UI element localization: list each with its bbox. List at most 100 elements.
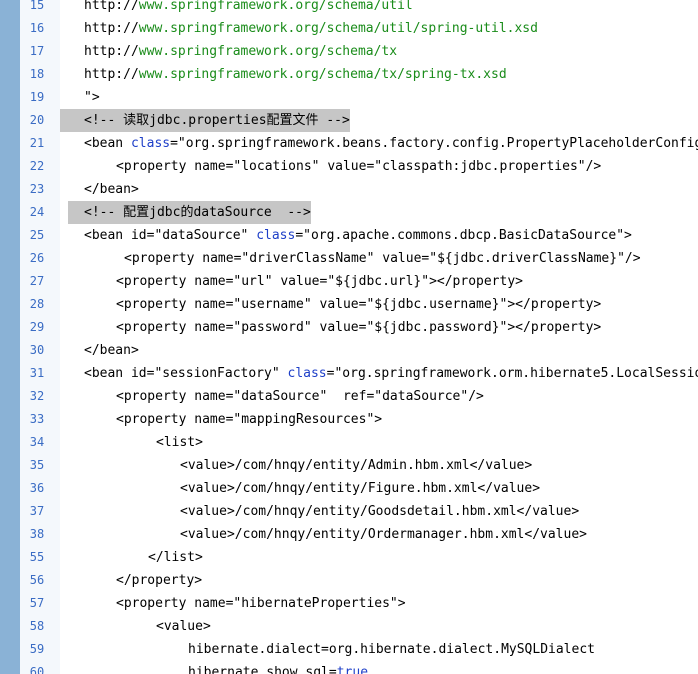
code-token: <property name="mappingResources"> [116, 412, 383, 427]
code-text: <value>/com/hnqy/entity/Figure.hbm.xml</… [180, 477, 540, 500]
code-line[interactable]: 35 <value>/com/hnqy/entity/Admin.hbm.xml<… [0, 454, 698, 477]
code-comment-highlighted: <!-- 读取jdbc.properties配置文件 --> [60, 109, 350, 132]
code-line[interactable]: 32 <property name="dataSource" ref="dataS… [0, 385, 698, 408]
line-number: 60 [29, 665, 45, 674]
code-text: <bean id="dataSource" class="org.apache.… [84, 224, 632, 247]
line-number: 35 [29, 458, 45, 472]
line-number: 16 [29, 21, 45, 35]
code-text: <value>/com/hnqy/entity/Goodsdetail.hbm.… [180, 500, 579, 523]
code-line[interactable]: 36 <value>/com/hnqy/entity/Figure.hbm.xml… [0, 477, 698, 500]
code-text: http://www.springframework.org/schema/ut… [84, 0, 413, 17]
code-token: <property name="locations" value="classp… [116, 159, 602, 174]
code-token: <value>/com/hnqy/entity/Figure.hbm.xml</… [180, 481, 541, 496]
code-line[interactable]: 25 <bean id="dataSource" class="org.apach… [0, 224, 698, 247]
code-line[interactable]: 26 <property name="driverClassName" value… [0, 247, 698, 270]
code-text: </property> [116, 569, 202, 592]
code-text: <property name="username" value="${jdbc.… [116, 293, 601, 316]
code-token: hibernate.show_sql= [188, 665, 337, 674]
code-text: "> [84, 86, 100, 109]
code-text: <property name="url" value="${jdbc.url}"… [116, 270, 523, 293]
code-token: <list> [156, 435, 203, 450]
code-text: <list> [156, 431, 203, 454]
code-text: <value>/com/hnqy/entity/Ordermanager.hbm… [180, 523, 587, 546]
code-line[interactable]: 34 <list> [0, 431, 698, 454]
code-token: <property name="driverClassName" value="… [124, 251, 641, 266]
code-token: <!-- 配置jdbc的dataSource --> [84, 205, 311, 220]
code-token: http:// [84, 0, 139, 13]
code-line[interactable]: 19 "> [0, 86, 698, 109]
code-keyword: true [336, 665, 369, 674]
code-line[interactable]: 27 <property name="url" value="${jdbc.url… [0, 270, 698, 293]
code-line[interactable]: 30 </bean> [0, 339, 698, 362]
line-number: 57 [29, 596, 45, 610]
code-token: <property name="url" value="${jdbc.url}"… [116, 274, 523, 289]
code-line[interactable]: 58 <value> [0, 615, 698, 638]
code-line[interactable]: 60 hibernate.show_sql=true [0, 661, 698, 674]
code-line[interactable]: 31 <bean id="sessionFactory" class="org.s… [0, 362, 698, 385]
code-line[interactable]: 23 </bean> [0, 178, 698, 201]
line-number: 23 [29, 182, 45, 196]
code-token: <property name="hibernateProperties"> [116, 596, 406, 611]
code-keyword: class [256, 228, 296, 243]
code-token: ="org.apache.commons.dbcp.BasicDataSourc… [295, 228, 632, 243]
line-number: 32 [29, 389, 45, 403]
code-token: ="org.springframework.orm.hibernate5.Loc… [326, 366, 698, 381]
code-token: http:// [84, 44, 139, 59]
line-number: 34 [29, 435, 45, 449]
code-line[interactable]: 33 <property name="mappingResources"> [0, 408, 698, 431]
code-line[interactable]: 28 <property name="username" value="${jdb… [0, 293, 698, 316]
code-text: hibernate.dialect=org.hibernate.dialect.… [188, 638, 595, 661]
code-text: <bean id="sessionFactory" class="org.spr… [84, 362, 698, 385]
code-line[interactable]: 59 hibernate.dialect=org.hibernate.dialec… [0, 638, 698, 661]
code-editor[interactable]: 15 http://www.springframework.org/schema/… [0, 0, 698, 674]
line-number: 24 [29, 205, 45, 219]
line-number: 38 [29, 527, 45, 541]
code-text: <property name="mappingResources"> [116, 408, 382, 431]
code-keyword: class [130, 136, 171, 151]
code-token: ="org.springframework.beans.factory.conf… [170, 136, 698, 151]
code-line[interactable]: 55 </list> [0, 546, 698, 569]
code-line[interactable]: 16 http://www.springframework.org/schema/… [0, 17, 698, 40]
line-number: 22 [29, 159, 45, 173]
code-line[interactable]: 29 <property name="password" value="${jdb… [0, 316, 698, 339]
code-text: http://www.springframework.org/schema/tx [84, 40, 397, 63]
code-line[interactable]: 18 http://www.springframework.org/schema/… [0, 63, 698, 86]
code-line[interactable]: 15 http://www.springframework.org/schema/… [0, 0, 698, 17]
code-text: http://www.springframework.org/schema/ut… [84, 17, 538, 40]
code-line[interactable]: 37 <value>/com/hnqy/entity/Goodsdetail.hb… [0, 500, 698, 523]
code-token: http:// [84, 67, 139, 82]
code-token: </list> [148, 550, 203, 565]
code-line[interactable]: 21 <bean class="org.springframework.beans… [0, 132, 698, 155]
code-line[interactable]: 22 <property name="locations" value="clas… [0, 155, 698, 178]
code-line[interactable]: 17 http://www.springframework.org/schema/… [0, 40, 698, 63]
code-line[interactable]: 56 </property> [0, 569, 698, 592]
code-text: <property name="password" value="${jdbc.… [116, 316, 601, 339]
line-number: 28 [29, 297, 45, 311]
code-token: <bean id="sessionFactory" [84, 366, 288, 381]
code-url: www.springframework.org/schema/util/spri… [138, 21, 538, 36]
line-number: 18 [29, 67, 45, 81]
code-token: <value>/com/hnqy/entity/Admin.hbm.xml</v… [180, 458, 533, 473]
code-line[interactable]: 20 <!-- 读取jdbc.properties配置文件 --> [0, 109, 698, 132]
code-text: <property name="driverClassName" value="… [124, 247, 641, 270]
code-line[interactable]: 57 <property name="hibernateProperties"> [0, 592, 698, 615]
code-line[interactable]: 38 <value>/com/hnqy/entity/Ordermanager.h… [0, 523, 698, 546]
line-number: 59 [29, 642, 45, 656]
code-url: www.springframework.org/schema/tx/spring… [138, 67, 507, 82]
code-token: <value> [156, 619, 211, 634]
code-text: <bean class="org.springframework.beans.f… [84, 132, 698, 155]
code-text: <property name="locations" value="classp… [116, 155, 601, 178]
line-number: 55 [29, 550, 45, 564]
code-text: </list> [148, 546, 203, 569]
line-number: 58 [29, 619, 45, 633]
code-text: </bean> [84, 178, 139, 201]
code-token: <property name="username" value="${jdbc.… [116, 297, 602, 312]
line-number: 21 [29, 136, 45, 150]
line-number: 20 [29, 113, 45, 127]
code-token: </bean> [84, 343, 139, 358]
code-keyword: class [287, 366, 327, 381]
line-number: 29 [29, 320, 45, 334]
code-token: http:// [84, 21, 139, 36]
code-line[interactable]: 24 <!-- 配置jdbc的dataSource --> [0, 201, 698, 224]
line-number: 25 [29, 228, 45, 242]
